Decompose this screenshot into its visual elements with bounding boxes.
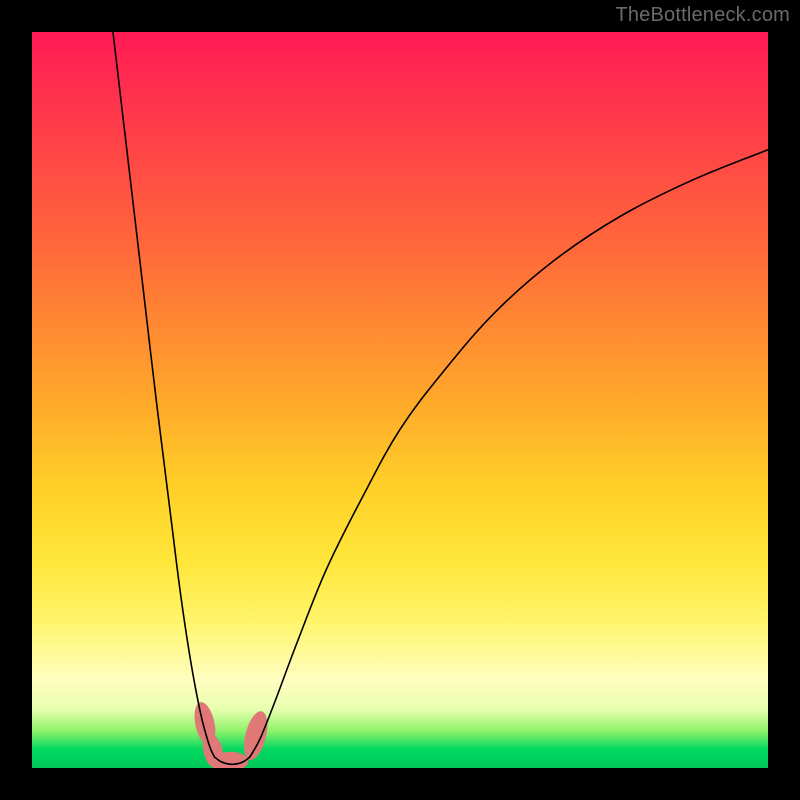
chart-svg [32, 32, 768, 768]
curve-left [113, 32, 215, 757]
curve-right [250, 150, 768, 757]
blob-right [240, 709, 272, 763]
plot-area [32, 32, 768, 768]
outer-frame: TheBottleneck.com [0, 0, 800, 800]
watermark-label: TheBottleneck.com [615, 4, 790, 27]
marker-layer [191, 700, 272, 768]
